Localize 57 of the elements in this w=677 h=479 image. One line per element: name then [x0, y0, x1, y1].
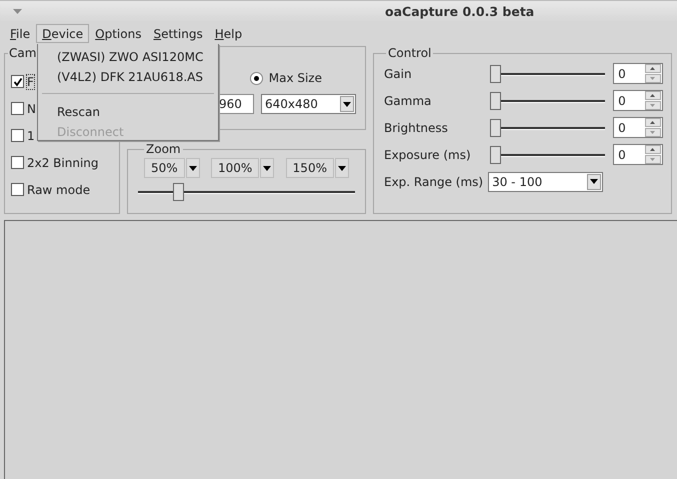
checkbox[interactable]: [11, 156, 24, 169]
menu-item[interactable]: Settings: [147, 24, 209, 42]
zoom-button[interactable]: 150%: [286, 158, 349, 178]
checkbox-label[interactable]: 2x2 Binning: [26, 154, 100, 170]
menu-item[interactable]: File: [4, 24, 36, 42]
zoom-slider[interactable]: [138, 183, 355, 201]
menu-item[interactable]: Help: [208, 24, 248, 42]
spin-box[interactable]: 0: [613, 117, 663, 138]
zoom-button[interactable]: 50%: [144, 158, 200, 178]
checkbox[interactable]: [11, 75, 24, 88]
control-label: Gain: [384, 66, 413, 80]
up-arrow-icon[interactable]: [650, 148, 656, 151]
control-label: Gamma: [384, 94, 432, 108]
menu-item[interactable]: Options: [89, 24, 148, 42]
size-dropdown[interactable]: 640x480: [261, 94, 356, 114]
checkbox[interactable]: [11, 129, 24, 142]
caret-icon: [188, 166, 197, 170]
range-dropdown[interactable]: 30 - 100: [488, 172, 604, 192]
window-title: oaCapture 0.0.3 beta: [385, 4, 534, 19]
spin-box[interactable]: 0: [613, 63, 663, 84]
zoom-button[interactable]: 100%: [211, 158, 274, 178]
up-arrow-icon[interactable]: [650, 94, 656, 97]
control-slider[interactable]: [490, 118, 606, 136]
checkbox-label[interactable]: 1: [26, 128, 36, 144]
group-title: Zoom: [145, 142, 182, 156]
group-title: Control: [387, 46, 432, 60]
radio-label[interactable]: Max Size: [268, 71, 322, 85]
checkbox-label[interactable]: Raw mode: [26, 182, 92, 198]
checkbox[interactable]: [11, 183, 24, 196]
caret-icon: [263, 166, 272, 170]
slider-handle[interactable]: [490, 146, 501, 164]
menu-option[interactable]: (V4L2) DFK 21AU618.AS: [38, 67, 218, 87]
menu-option[interactable]: (ZWASI) ZWO ASI120MC: [38, 47, 218, 67]
slider-handle[interactable]: [490, 118, 501, 136]
menu-item[interactable]: Device: [36, 24, 90, 42]
control-slider[interactable]: [490, 92, 606, 110]
checkbox[interactable]: [11, 102, 24, 115]
caret-icon: [343, 102, 351, 106]
spin-box[interactable]: 0: [613, 90, 663, 111]
control-slider[interactable]: [490, 146, 606, 164]
spin-box[interactable]: 0: [613, 144, 663, 165]
slider-handle[interactable]: [490, 92, 501, 110]
slider-handle[interactable]: [490, 64, 501, 82]
window-menu-icon[interactable]: [13, 9, 22, 14]
up-arrow-icon[interactable]: [650, 67, 656, 70]
slider-handle[interactable]: [173, 183, 184, 201]
caret-icon: [338, 166, 346, 170]
control-label: Brightness: [384, 120, 449, 134]
radio-button[interactable]: [250, 72, 263, 84]
control-label: Exp. Range (ms): [384, 174, 484, 188]
checkbox-label[interactable]: N: [26, 100, 37, 116]
up-arrow-icon[interactable]: [650, 121, 656, 124]
group-title: Cam: [8, 46, 38, 60]
caret-icon: [590, 179, 598, 184]
checkbox-label[interactable]: F: [26, 74, 35, 90]
control-slider[interactable]: [490, 64, 606, 82]
control-label: Exposure (ms): [384, 148, 472, 162]
